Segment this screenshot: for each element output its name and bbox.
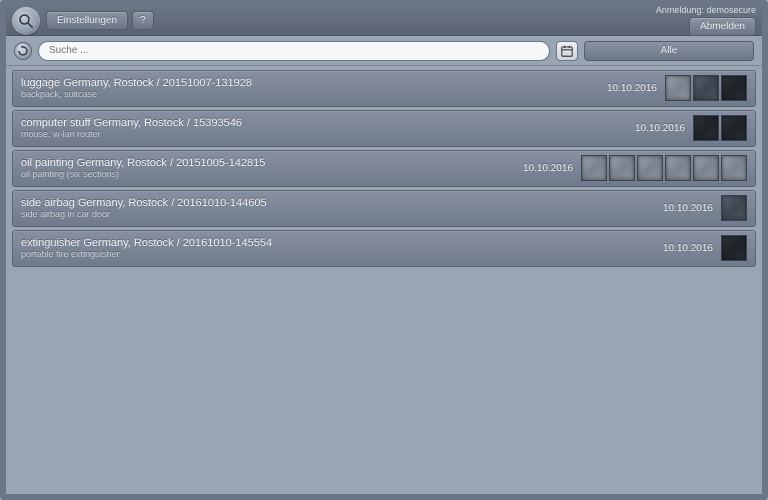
result-description: backpack, suitcase [21,89,579,99]
search-input[interactable] [38,41,550,61]
thumbnail[interactable] [637,155,663,181]
app-frame: Einstellungen ? Anmeldung: demosecure Ab… [0,0,768,500]
result-text: computer stuff Germany, Rostock / 153935… [21,117,607,139]
logout-button[interactable]: Abmelden [689,17,756,36]
thumbnail[interactable] [721,115,747,141]
thumbnail[interactable] [721,195,747,221]
result-title: computer stuff Germany, Rostock / 153935… [21,117,607,129]
result-date: 10.10.2016 [643,243,713,254]
thumbnail[interactable] [581,155,607,181]
result-row[interactable]: oil painting Germany, Rostock / 20151005… [12,150,756,187]
app-logo[interactable] [12,7,40,35]
result-date: 10.10.2016 [587,83,657,94]
search-bar: Alle [6,36,762,66]
result-date: 10.10.2016 [615,123,685,134]
help-button[interactable]: ? [132,11,154,30]
result-description: portable fire extinguisher [21,249,635,259]
result-text: side airbag Germany, Rostock / 20161010-… [21,197,635,219]
result-row[interactable]: luggage Germany, Rostock / 20151007-1319… [12,70,756,107]
thumbnail[interactable] [665,75,691,101]
settings-button[interactable]: Einstellungen [46,11,128,30]
calendar-icon [560,44,574,58]
result-title: oil painting Germany, Rostock / 20151005… [21,157,495,169]
filter-all-button[interactable]: Alle [584,41,754,61]
refresh-icon [17,45,29,57]
result-description: side airbag in car door [21,209,635,219]
login-info: Anmeldung: demosecure [656,5,756,15]
result-text: extinguisher Germany, Rostock / 20161010… [21,237,635,259]
result-description: oil painting (six sections) [21,169,495,179]
calendar-button[interactable] [556,41,578,61]
thumbnail-group [721,195,747,221]
result-row[interactable]: side airbag Germany, Rostock / 20161010-… [12,190,756,227]
result-title: side airbag Germany, Rostock / 20161010-… [21,197,635,209]
thumbnail[interactable] [693,155,719,181]
thumbnail[interactable] [693,75,719,101]
result-date: 10.10.2016 [503,163,573,174]
results-list: luggage Germany, Rostock / 20151007-1319… [6,66,762,494]
thumbnail-group [581,155,747,181]
refresh-button[interactable] [14,42,32,60]
thumbnail[interactable] [693,115,719,141]
result-row[interactable]: extinguisher Germany, Rostock / 20161010… [12,230,756,267]
thumbnail[interactable] [721,155,747,181]
login-prefix: Anmeldung: [656,5,704,15]
magnifier-icon [17,12,35,30]
result-title: extinguisher Germany, Rostock / 20161010… [21,237,635,249]
account-area: Anmeldung: demosecure Abmelden [656,5,762,36]
thumbnail[interactable] [721,75,747,101]
result-description: mouse, w-lan router [21,129,607,139]
thumbnail-group [693,115,747,141]
top-bar: Einstellungen ? Anmeldung: demosecure Ab… [6,6,762,36]
result-title: luggage Germany, Rostock / 20151007-1319… [21,77,579,89]
thumbnail-group [665,75,747,101]
result-text: oil painting Germany, Rostock / 20151005… [21,157,495,179]
result-row[interactable]: computer stuff Germany, Rostock / 153935… [12,110,756,147]
thumbnail[interactable] [721,235,747,261]
thumbnail-group [721,235,747,261]
result-text: luggage Germany, Rostock / 20151007-1319… [21,77,579,99]
result-date: 10.10.2016 [643,203,713,214]
thumbnail[interactable] [609,155,635,181]
login-user: demosecure [706,5,756,15]
thumbnail[interactable] [665,155,691,181]
